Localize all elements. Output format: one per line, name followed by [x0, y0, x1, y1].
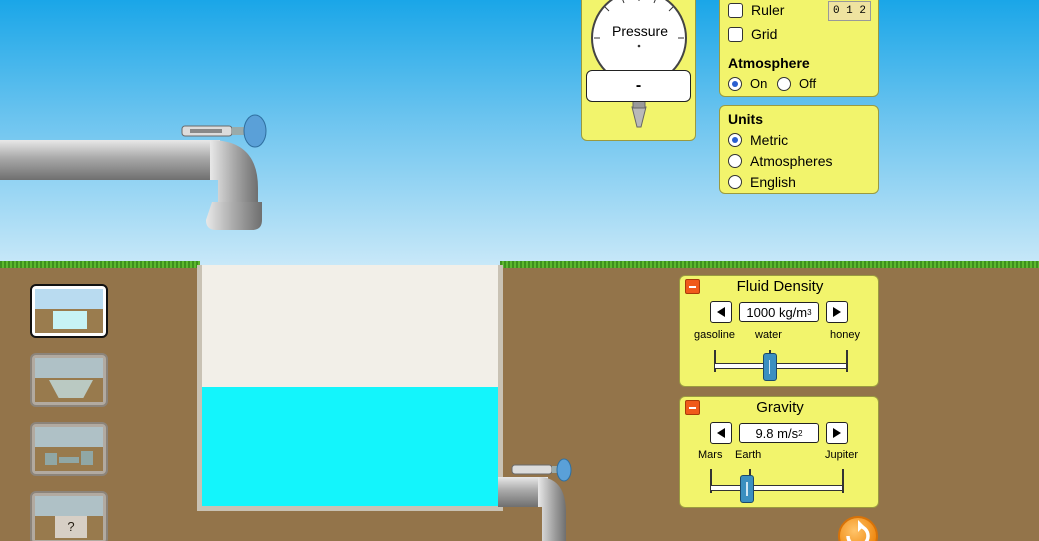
ruler-icon: 0 1 2: [828, 1, 871, 21]
sim-scene: ? Pressure - Ruler 0 1 2 Grid Atmosphere…: [0, 0, 1039, 541]
pool-air: [202, 265, 498, 387]
units-atmospheres-radio-button[interactable]: [728, 154, 742, 168]
mystery-label: ?: [55, 516, 87, 538]
reset-icon: [846, 520, 870, 541]
thumb-chamber: [81, 451, 93, 465]
thumb-pool: [53, 311, 87, 329]
gauge-readout: -: [586, 70, 691, 102]
atmosphere-on-radio-button[interactable]: [728, 76, 742, 91]
reset-all-button[interactable]: [838, 516, 878, 541]
units-english-radio-button[interactable]: [728, 175, 742, 189]
scene-square-pool-button[interactable]: [30, 284, 108, 338]
input-faucet[interactable]: [0, 110, 270, 235]
ruler-label: Ruler: [751, 2, 785, 18]
units-metric-label: Metric: [750, 132, 789, 148]
ruler-checkbox[interactable]: [728, 2, 743, 18]
atmosphere-on-label: On: [750, 76, 768, 91]
left-arrow-icon: [717, 307, 725, 317]
atmosphere-off-radio-button[interactable]: [777, 76, 791, 91]
gauge-label: Pressure: [611, 23, 669, 39]
gravity-tick-jupiter: Jupiter: [825, 449, 859, 461]
fluid-density-tick-honey: honey: [830, 329, 860, 341]
gravity-panel: Gravity 9.8 m/s 2 Mars Earth Jupiter: [679, 396, 879, 508]
thumb-sky: [35, 289, 103, 311]
units-atmospheres-radio[interactable]: Atmospheres: [728, 153, 832, 169]
output-faucet[interactable]: [498, 455, 578, 541]
thumb-ground: [35, 378, 103, 402]
grass-left: [0, 261, 200, 268]
units-atmospheres-label: Atmospheres: [750, 153, 833, 169]
units-metric-radio-button[interactable]: [728, 133, 742, 147]
atmosphere-on-radio[interactable]: On: [728, 76, 767, 91]
thumb-ground: [35, 309, 103, 333]
grid-checkbox-row[interactable]: Grid: [728, 26, 777, 42]
gravity-slider-thumb[interactable]: [740, 475, 755, 503]
fluid-density-increase-button[interactable]: [826, 301, 848, 323]
thumb-ground: ?: [35, 516, 103, 540]
scene-mystery-pool-button[interactable]: ?: [30, 491, 108, 541]
pool-water: [202, 387, 498, 506]
left-arrow-icon: [717, 428, 725, 438]
units-english-radio[interactable]: English: [728, 174, 796, 190]
scene-chamber-pool-button[interactable]: [30, 422, 108, 476]
ruler-checkbox-row[interactable]: Ruler: [728, 2, 784, 18]
fluid-density-track[interactable]: [714, 363, 847, 369]
atmosphere-title: Atmosphere: [728, 55, 810, 71]
units-metric-radio[interactable]: Metric: [728, 132, 788, 148]
fluid-density-decrease-button[interactable]: [710, 301, 732, 323]
thumb-ground: [35, 447, 103, 471]
units-panel: Units Metric Atmospheres English: [719, 105, 879, 194]
units-english-label: English: [750, 174, 796, 190]
fluid-density-collapse-button[interactable]: [685, 279, 700, 294]
thumb-pool: [49, 380, 93, 398]
units-title: Units: [728, 111, 763, 127]
fluid-density-panel: Fluid Density 1000 kg/m 3 gasoline water …: [679, 275, 879, 387]
grass-right: [500, 261, 1039, 268]
fluid-density-tick-gasoline: gasoline: [694, 329, 735, 341]
fluid-density-tick-water: water: [755, 329, 782, 341]
thumb-sky: [35, 358, 103, 380]
gravity-value-text: 9.8 m/s: [755, 425, 799, 441]
gravity-value: 9.8 m/s 2: [739, 423, 819, 443]
ruler-icon-text: 0 1 2: [832, 5, 866, 17]
gravity-tick-earth: Earth: [735, 449, 762, 461]
pool: [197, 265, 503, 511]
gravity-track[interactable]: [710, 485, 843, 491]
right-arrow-icon: [833, 428, 841, 438]
gravity-decrease-button[interactable]: [710, 422, 732, 444]
gravity-title: Gravity: [756, 399, 804, 416]
thumb-chamber: [45, 453, 57, 465]
fluid-density-slider-thumb[interactable]: [762, 353, 777, 381]
pressure-gauge-panel[interactable]: Pressure -: [581, 0, 696, 141]
grid-checkbox[interactable]: [728, 26, 743, 42]
gravity-tick-mars: Mars: [698, 449, 723, 461]
scene-trapezoid-pool-button[interactable]: [30, 353, 108, 407]
atmosphere-off-label: Off: [799, 76, 817, 91]
atmosphere-off-radio[interactable]: Off: [777, 76, 816, 91]
fluid-density-value-text: 1000 kg/m: [746, 304, 808, 320]
thumb-sky: [35, 496, 103, 518]
fluid-density-title: Fluid Density: [736, 278, 824, 295]
gravity-unit-exponent: 2: [798, 428, 803, 438]
options-panel: Ruler 0 1 2 Grid Atmosphere On Off: [719, 0, 879, 97]
right-arrow-icon: [833, 307, 841, 317]
fluid-density-unit-exponent: 3: [807, 307, 812, 317]
thumb-chamber: [59, 457, 79, 463]
grid-label: Grid: [751, 26, 778, 42]
gravity-increase-button[interactable]: [826, 422, 848, 444]
thumb-sky: [35, 427, 103, 449]
gravity-collapse-button[interactable]: [685, 400, 700, 415]
fluid-density-value: 1000 kg/m 3: [739, 302, 819, 322]
